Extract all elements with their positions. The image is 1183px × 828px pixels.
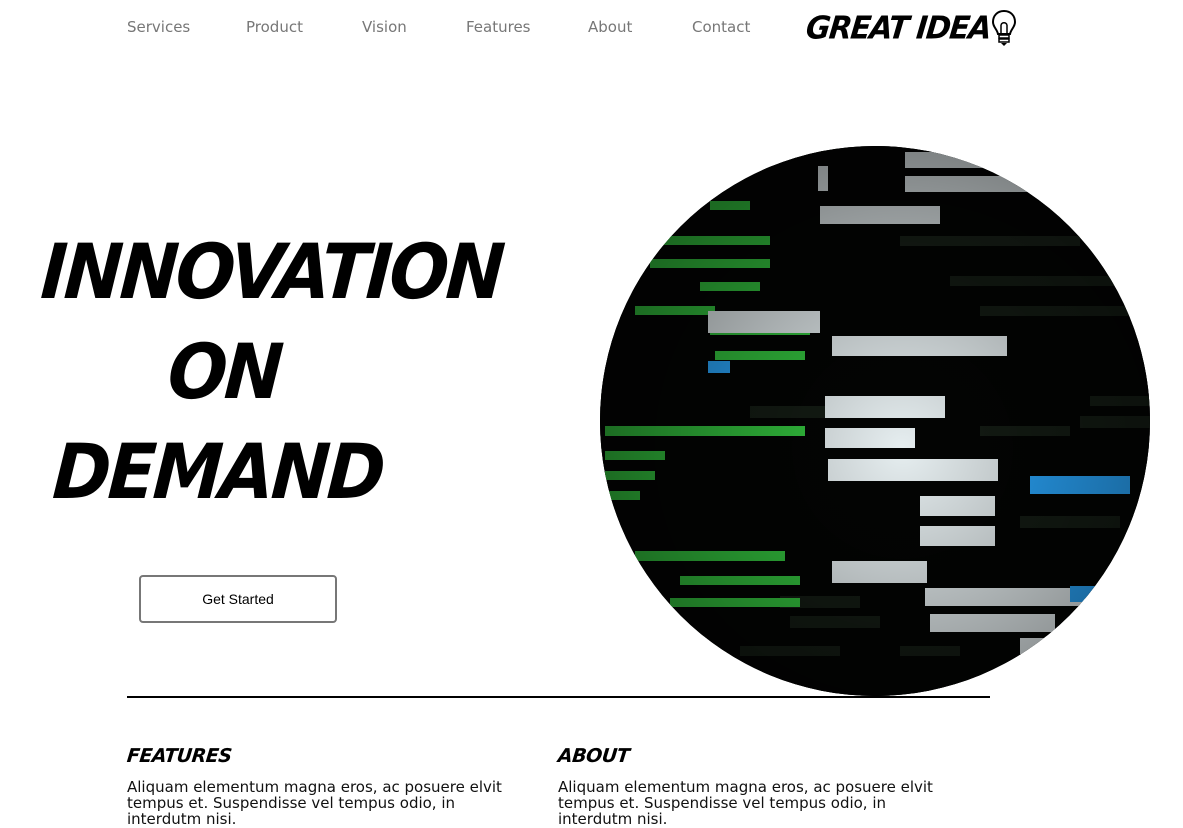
features-text: Aliquam elementum magna eros, ac posuere… [127, 778, 502, 828]
nav-contact-link[interactable]: Contact [692, 18, 750, 36]
get-started-button[interactable]: Get Started [139, 575, 337, 623]
site-logo[interactable]: GREAT IDEA [804, 6, 1017, 50]
logo-text: GREAT IDEA [804, 9, 993, 47]
lightbulb-icon [992, 9, 1017, 46]
features-heading: FEATURES [125, 745, 233, 767]
hero-title-line-3: DEMAND [50, 427, 386, 516]
code-screen-image [600, 146, 1150, 696]
code-image-graphic [600, 146, 1150, 696]
hero-title: INNOVATION ON DEMAND [25, 222, 506, 522]
nav-product-link[interactable]: Product [246, 18, 303, 36]
nav-vision-link[interactable]: Vision [362, 18, 407, 36]
nav-features-link[interactable]: Features [466, 18, 531, 36]
section-divider [127, 696, 990, 698]
about-heading: ABOUT [556, 745, 631, 767]
nav-about-link[interactable]: About [588, 18, 632, 36]
top-navigation: Services Product Vision Features About C… [0, 0, 1183, 60]
nav-services-link[interactable]: Services [127, 18, 190, 36]
about-text: Aliquam elementum magna eros, ac posuere… [558, 778, 933, 828]
hero-title-line-1: INNOVATION [38, 227, 506, 316]
hero-title-line-2: ON [165, 327, 284, 416]
